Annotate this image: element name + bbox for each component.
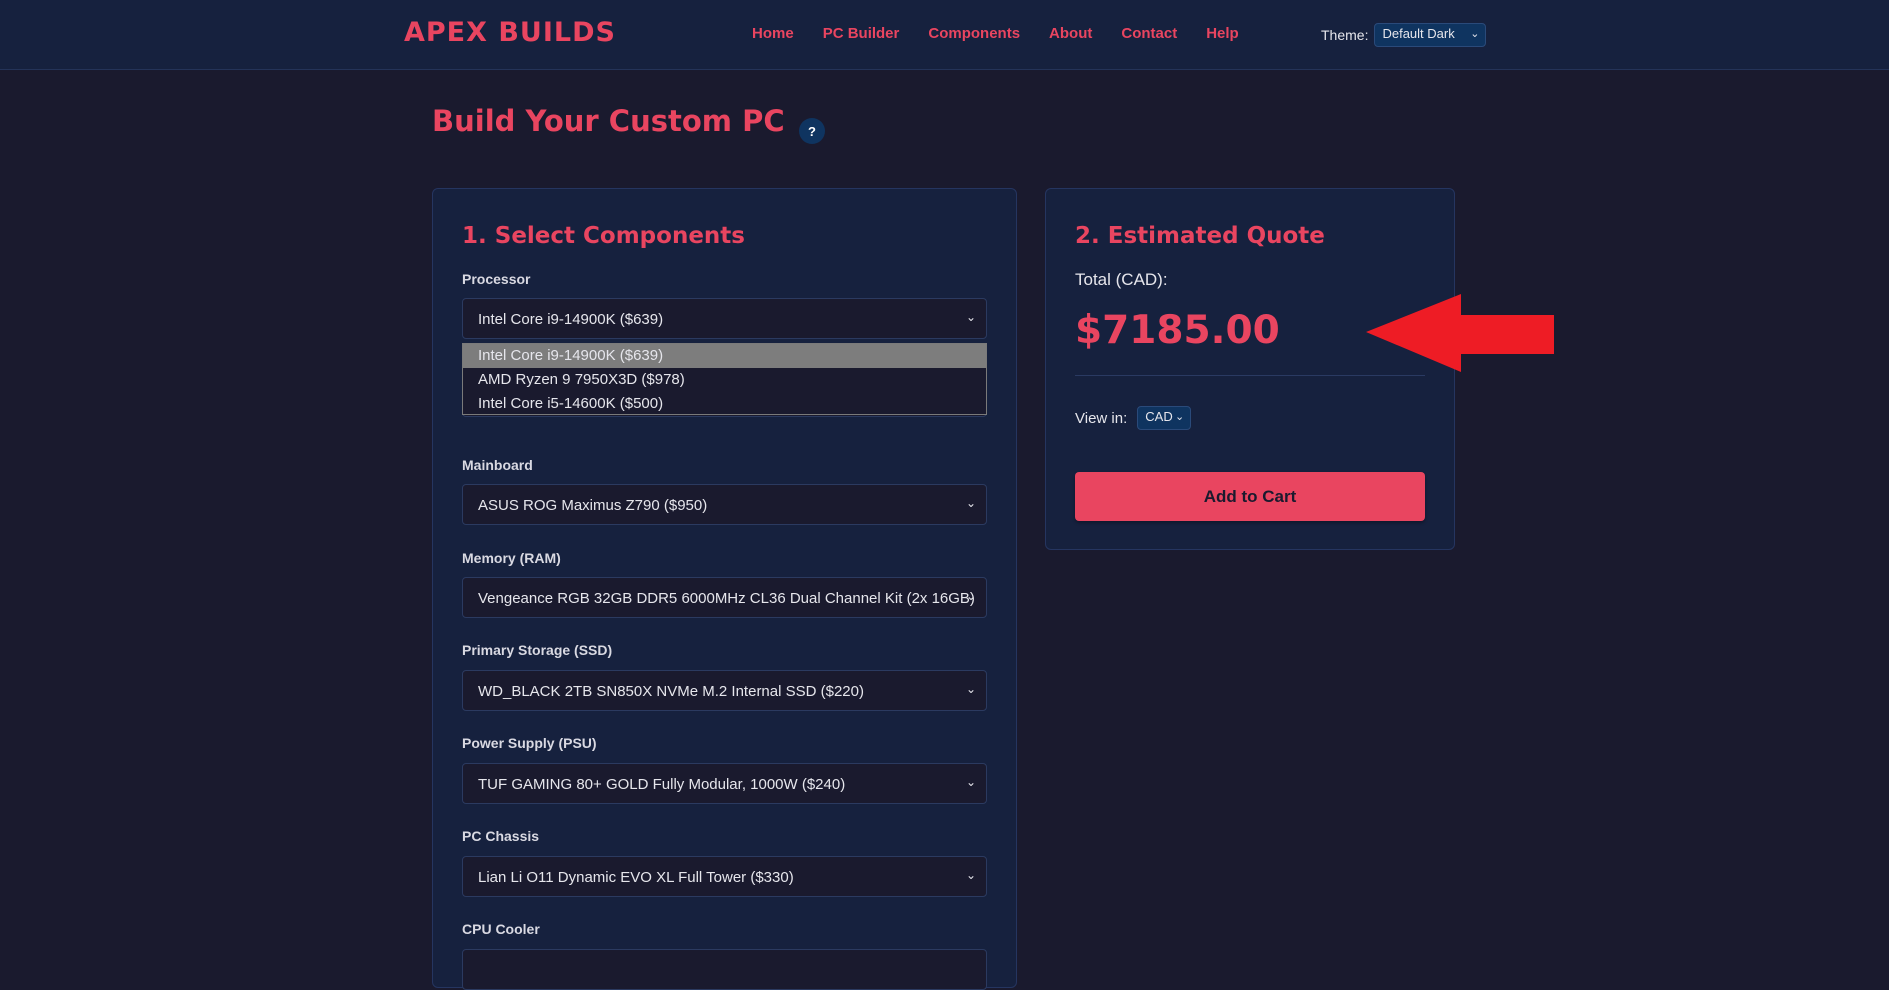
- chevron-down-icon: ⌄: [965, 868, 976, 882]
- chassis-select-value: Lian Li O11 Dynamic EVO XL Full Tower ($…: [478, 869, 794, 886]
- memory-select[interactable]: Vengeance RGB 32GB DDR5 6000MHz CL36 Dua…: [462, 577, 987, 618]
- mainboard-label: Mainboard: [462, 457, 533, 473]
- chevron-down-icon: ⌄: [965, 775, 976, 789]
- cpu-cooler-label: CPU Cooler: [462, 921, 540, 937]
- psu-select-value: TUF GAMING 80+ GOLD Fully Modular, 1000W…: [478, 776, 846, 793]
- processor-dropdown-list: Intel Core i9-14900K ($639) AMD Ryzen 9 …: [462, 343, 987, 415]
- chevron-down-icon: ⌄: [965, 589, 976, 603]
- arrow-shape: [1366, 294, 1554, 372]
- mainboard-select[interactable]: ASUS ROG Maximus Z790 ($950) ⌄: [462, 484, 987, 525]
- top-navbar: APEX BUILDS Home PC Builder Components A…: [0, 0, 1889, 70]
- nav-help-link[interactable]: Help: [1206, 25, 1239, 42]
- chevron-down-icon: ⌄: [965, 496, 976, 510]
- theme-select-value: Default Dark: [1382, 26, 1455, 41]
- processor-select[interactable]: Intel Core i9-14900K ($639) ⌄: [462, 298, 987, 339]
- cpu-cooler-select[interactable]: [462, 949, 987, 990]
- chevron-down-icon: ⌄: [965, 682, 976, 696]
- components-heading: 1. Select Components: [462, 223, 745, 249]
- chassis-label: PC Chassis: [462, 828, 540, 844]
- storage-select[interactable]: WD_BLACK 2TB SN850X NVMe M.2 Internal SS…: [462, 670, 987, 711]
- nav-components-link[interactable]: Components: [928, 25, 1020, 42]
- nav-contact-link[interactable]: Contact: [1121, 25, 1177, 42]
- processor-label: Processor: [462, 271, 531, 287]
- dropdown-option[interactable]: Intel Core i5-14600K ($500): [463, 392, 986, 416]
- help-icon-glyph: ?: [808, 123, 816, 139]
- help-icon[interactable]: ?: [799, 118, 825, 144]
- dropdown-option[interactable]: Intel Core i9-14900K ($639): [463, 344, 986, 368]
- theme-select[interactable]: Default Dark ⌄: [1374, 23, 1487, 47]
- currency-select[interactable]: CAD ⌄: [1137, 406, 1192, 430]
- chevron-down-icon: ⌄: [965, 310, 976, 324]
- memory-select-value: Vengeance RGB 32GB DDR5 6000MHz CL36 Dua…: [478, 590, 975, 607]
- divider: [1075, 375, 1425, 376]
- chevron-down-icon: ⌄: [1470, 28, 1480, 40]
- components-panel: 1. Select Components Processor Intel Cor…: [432, 188, 1017, 990]
- add-to-cart-button[interactable]: Add to Cart: [1075, 472, 1425, 521]
- processor-select-value: Intel Core i9-14900K ($639): [478, 311, 664, 328]
- nav-pc-builder-link[interactable]: PC Builder: [823, 25, 900, 42]
- currency-select-value: CAD: [1145, 409, 1173, 424]
- view-in-label: View in:: [1075, 409, 1128, 427]
- total-value: $7185.00: [1075, 308, 1280, 353]
- mainboard-select-value: ASUS ROG Maximus Z790 ($950): [478, 497, 708, 514]
- total-label: Total (CAD):: [1075, 270, 1168, 289]
- psu-select[interactable]: TUF GAMING 80+ GOLD Fully Modular, 1000W…: [462, 763, 987, 804]
- nav-about-link[interactable]: About: [1049, 25, 1092, 42]
- arrow-annotation-icon: [1366, 294, 1554, 372]
- storage-select-value: WD_BLACK 2TB SN850X NVMe M.2 Internal SS…: [478, 683, 864, 700]
- page-title: Build Your Custom PC: [432, 104, 785, 138]
- nav-home-link[interactable]: Home: [752, 25, 794, 42]
- currency-switcher: View in: CAD ⌄: [1075, 406, 1192, 430]
- theme-label: Theme:: [1321, 27, 1369, 43]
- chassis-select[interactable]: Lian Li O11 Dynamic EVO XL Full Tower ($…: [462, 856, 987, 897]
- theme-switcher: Theme: Default Dark ⌄: [1321, 23, 1487, 47]
- main-nav: Home PC Builder Components About Contact…: [752, 25, 1239, 42]
- dropdown-option[interactable]: AMD Ryzen 9 7950X3D ($978): [463, 368, 986, 392]
- quote-heading: 2. Estimated Quote: [1075, 223, 1325, 249]
- memory-label: Memory (RAM): [462, 550, 561, 566]
- logo[interactable]: APEX BUILDS: [404, 17, 616, 48]
- chevron-down-icon: ⌄: [1175, 411, 1185, 423]
- storage-label: Primary Storage (SSD): [462, 642, 613, 658]
- psu-label: Power Supply (PSU): [462, 735, 597, 751]
